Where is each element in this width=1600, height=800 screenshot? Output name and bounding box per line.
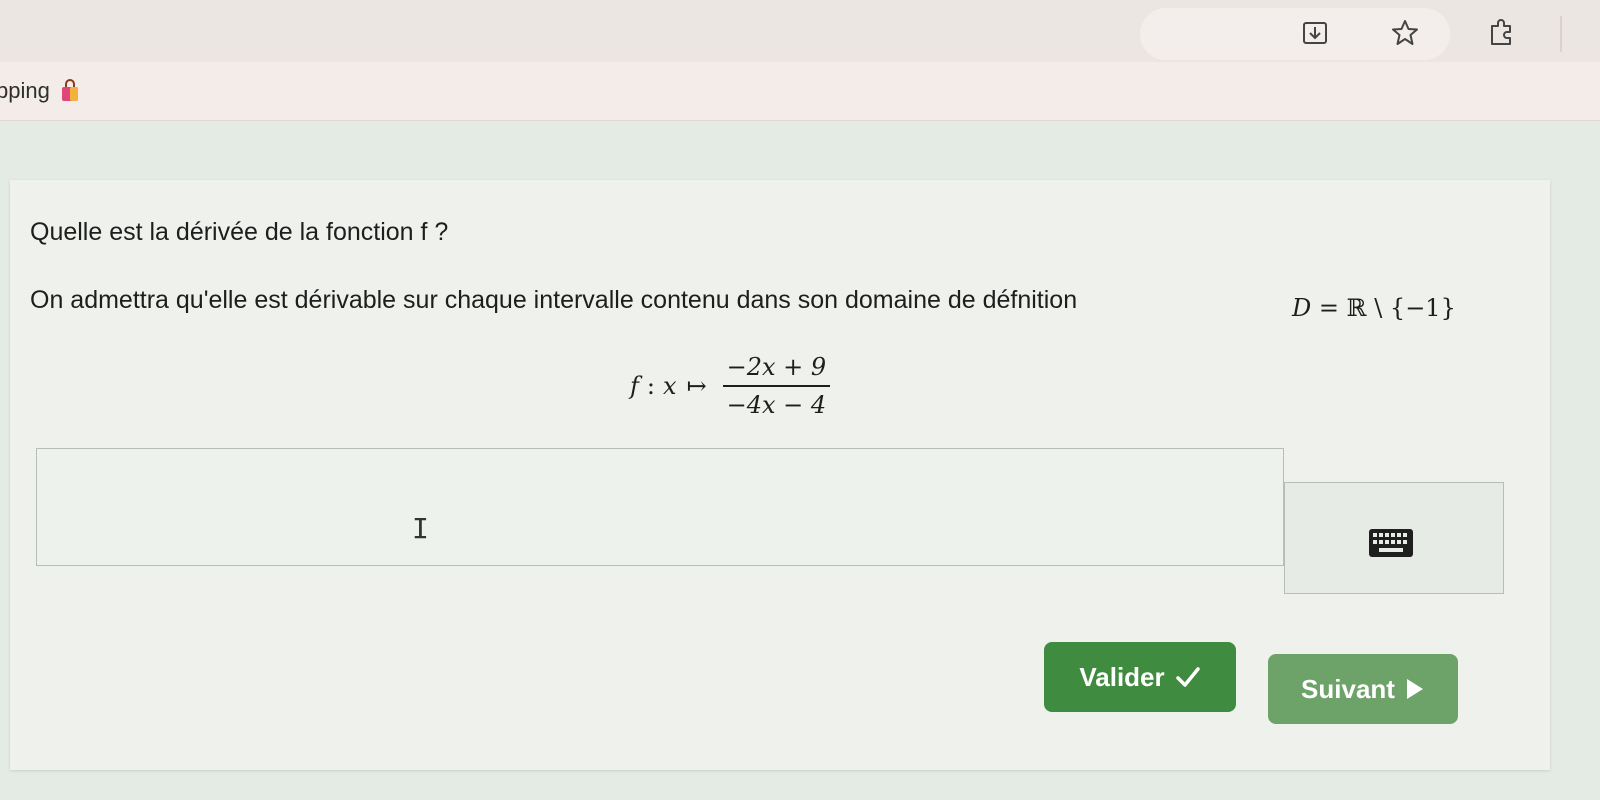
play-arrow-icon — [1405, 677, 1425, 701]
toolbar-separator — [1560, 16, 1562, 52]
validate-label: Valider — [1079, 661, 1165, 692]
text-cursor-icon: I — [412, 512, 429, 545]
domain-variable: D — [1292, 294, 1312, 322]
function-colon: : — [646, 372, 655, 400]
question-title: Quelle est la dérivée de la fonction f ? — [30, 218, 449, 246]
extension-icon[interactable] — [1486, 18, 1516, 48]
next-label: Suivant — [1301, 673, 1395, 704]
function-formula: f : x ↦ −2x + 9 −4x − 4 — [630, 346, 831, 426]
check-icon — [1175, 666, 1201, 688]
function-variable: x — [662, 372, 677, 400]
fraction-numerator: −2x + 9 — [726, 353, 827, 381]
fraction: −2x + 9 −4x − 4 — [722, 353, 831, 419]
star-icon[interactable] — [1390, 18, 1420, 48]
next-button[interactable]: Suivant — [1268, 654, 1458, 724]
validate-button[interactable]: Valider — [1044, 642, 1236, 712]
question-instruction: On admettra qu'elle est dérivable sur ch… — [30, 286, 1078, 314]
answer-input[interactable] — [36, 448, 1284, 566]
fraction-denominator: −4x − 4 — [726, 391, 827, 419]
browser-toolbar — [0, 0, 1600, 62]
bookmark-shopping[interactable]: pping — [0, 62, 80, 120]
keyboard-icon[interactable] — [1368, 528, 1414, 558]
download-icon[interactable] — [1300, 18, 1330, 48]
shopping-bag-icon — [60, 79, 80, 103]
function-name: f — [630, 372, 639, 400]
domain-expression: D = ℝ \ {−1} — [1292, 294, 1456, 322]
bookmark-label: pping — [0, 78, 50, 103]
maps-to-arrow: ↦ — [686, 372, 707, 400]
bookmarks-bar: pping — [0, 62, 1600, 121]
domain-set: = ℝ \ {−1} — [1318, 294, 1456, 322]
